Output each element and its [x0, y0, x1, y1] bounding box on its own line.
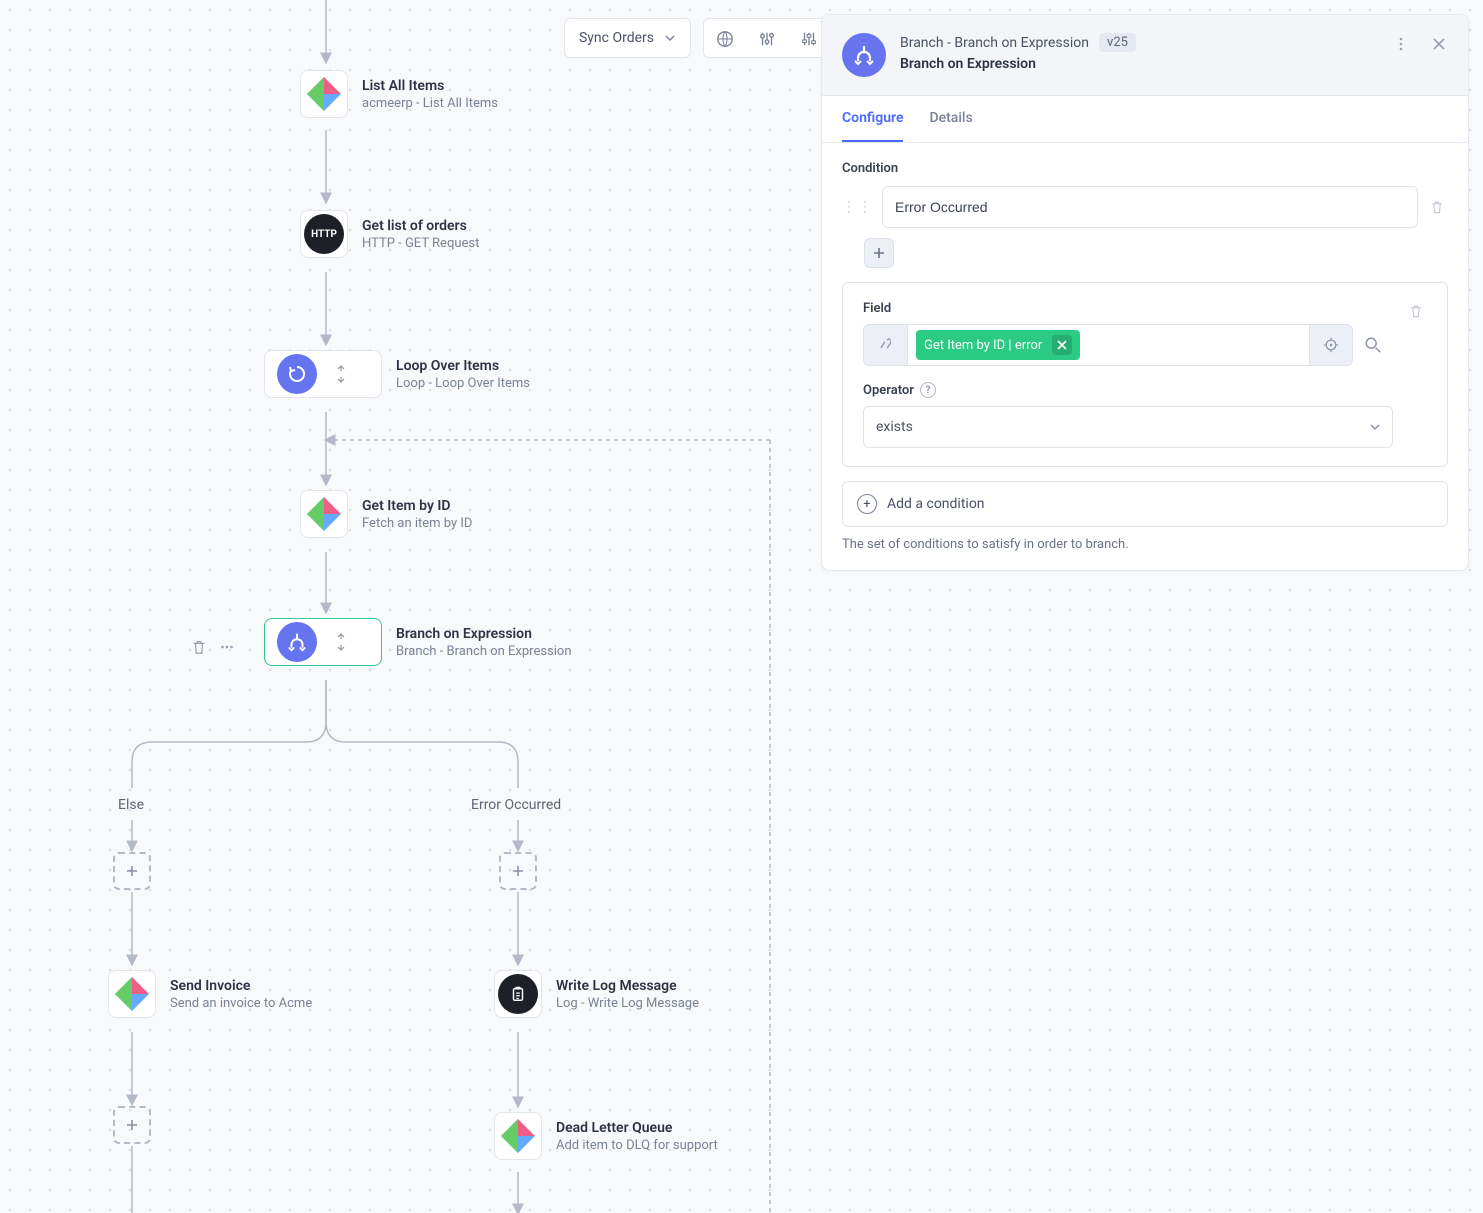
node-get-list-of-orders[interactable]: HTTP Get list of orders HTTP - GET Reque…: [300, 210, 479, 258]
tab-configure[interactable]: Configure: [842, 96, 903, 142]
add-step-placeholder[interactable]: [499, 852, 537, 890]
add-step-placeholder[interactable]: [113, 1106, 151, 1144]
sliders-icon[interactable]: [746, 19, 788, 59]
plus-circle-icon: +: [857, 494, 877, 514]
version-badge: v25: [1099, 33, 1136, 52]
branch-label-else: Else: [118, 797, 144, 813]
node-subtitle: Send an invoice to Acme: [170, 996, 312, 1011]
chevron-down-icon: [1370, 422, 1380, 432]
remove-chip-icon[interactable]: [1052, 335, 1072, 355]
branch-icon: [842, 33, 886, 77]
acmeerp-icon: [115, 977, 149, 1011]
acmeerp-icon: [307, 497, 341, 531]
expand-icon: [333, 353, 349, 395]
loop-icon: [277, 354, 317, 394]
path-icon[interactable]: [863, 324, 907, 366]
node-subtitle: Loop - Loop Over Items: [396, 376, 530, 391]
node-hover-actions: [190, 638, 236, 656]
field-label: Field: [863, 301, 1393, 316]
node-dead-letter-queue[interactable]: Dead Letter Queue Add item to DLQ for su…: [494, 1112, 718, 1160]
flow-connectors: [0, 0, 820, 1213]
node-title: Get Item by ID: [362, 498, 472, 514]
node-list-all-items[interactable]: List All Items acmeerp - List All Items: [300, 70, 498, 118]
node-title: Branch on Expression: [396, 626, 572, 642]
condition-name-input[interactable]: [882, 186, 1418, 228]
node-subtitle: Fetch an item by ID: [362, 516, 472, 531]
help-icon[interactable]: ?: [920, 382, 936, 398]
branch-label-error: Error Occurred: [471, 797, 561, 813]
panel-breadcrumb: Branch - Branch on Expression: [900, 35, 1089, 51]
node-send-invoice[interactable]: Send Invoice Send an invoice to Acme: [108, 970, 312, 1018]
field-reference-chip[interactable]: Get Item by ID | error: [916, 330, 1080, 360]
add-condition-button[interactable]: + Add a condition: [842, 481, 1448, 527]
node-title: Dead Letter Queue: [556, 1120, 718, 1136]
acmeerp-icon: [501, 1119, 535, 1153]
node-title: Write Log Message: [556, 978, 699, 994]
acmeerp-icon: [307, 77, 341, 111]
workflow-name: Sync Orders: [579, 30, 654, 46]
condition-label: Condition: [842, 161, 1448, 176]
operator-label: Operator: [863, 383, 914, 398]
trash-icon[interactable]: [1405, 303, 1427, 319]
trash-icon[interactable]: [190, 638, 208, 656]
more-icon[interactable]: [218, 638, 236, 656]
node-branch-on-expression[interactable]: Branch on Expression Branch - Branch on …: [264, 618, 572, 666]
node-title: Get list of orders: [362, 218, 479, 234]
node-subtitle: HTTP - GET Request: [362, 236, 479, 251]
help-text: The set of conditions to satisfy in orde…: [842, 537, 1448, 552]
expand-icon: [333, 621, 349, 663]
close-icon[interactable]: [1424, 29, 1454, 59]
add-button[interactable]: [864, 238, 894, 268]
operator-select[interactable]: exists: [863, 406, 1393, 448]
chevron-down-icon: [664, 32, 676, 44]
branch-icon: [277, 622, 317, 662]
node-subtitle: Add item to DLQ for support: [556, 1138, 718, 1153]
node-loop-over-items[interactable]: Loop Over Items Loop - Loop Over Items: [264, 350, 530, 398]
add-step-placeholder[interactable]: [113, 852, 151, 890]
node-title: Loop Over Items: [396, 358, 530, 374]
node-subtitle: Log - Write Log Message: [556, 996, 699, 1011]
node-title: List All Items: [362, 78, 498, 94]
drag-handle-icon[interactable]: ⋮⋮: [842, 199, 874, 215]
node-subtitle: acmeerp - List All Items: [362, 96, 498, 111]
config-panel: Branch - Branch on Expression v25 Branch…: [821, 14, 1469, 571]
panel-title: Branch on Expression: [900, 56, 1136, 72]
search-icon[interactable]: [1353, 324, 1393, 366]
target-icon[interactable]: [1309, 324, 1353, 366]
globe-icon[interactable]: [704, 19, 746, 59]
node-get-item-by-id[interactable]: Get Item by ID Fetch an item by ID: [300, 490, 472, 538]
node-write-log-message[interactable]: Write Log Message Log - Write Log Messag…: [494, 970, 699, 1018]
more-icon[interactable]: [1386, 29, 1416, 59]
trash-icon[interactable]: [1426, 199, 1448, 215]
tab-details[interactable]: Details: [929, 96, 972, 142]
node-subtitle: Branch - Branch on Expression: [396, 644, 572, 659]
field-input[interactable]: Get Item by ID | error: [907, 324, 1309, 366]
http-icon: HTTP: [304, 214, 344, 254]
clipboard-icon: [498, 974, 538, 1014]
node-title: Send Invoice: [170, 978, 312, 994]
workflow-selector[interactable]: Sync Orders: [564, 18, 691, 58]
